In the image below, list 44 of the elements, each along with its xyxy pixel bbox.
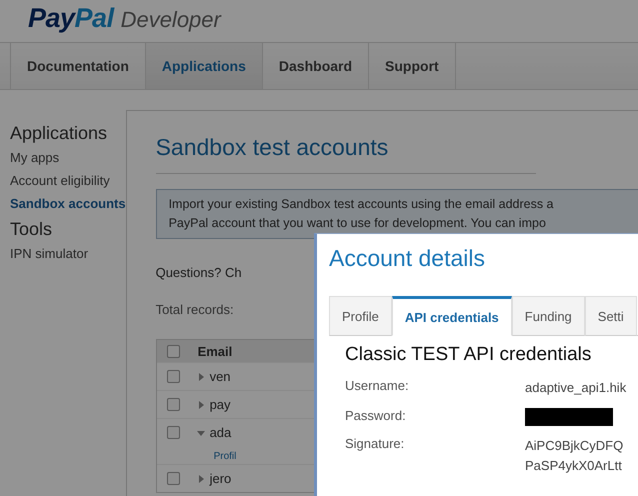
table-cell: pay [210, 397, 231, 412]
tab[interactable]: Setti [584, 296, 637, 336]
help-text: Questions? Ch [156, 265, 242, 280]
field-label: Username: [345, 378, 410, 395]
checkbox[interactable] [166, 426, 180, 439]
sidebar-link[interactable]: My apps [10, 150, 126, 165]
field-value: PaSP4ykX0ArLtt [525, 457, 623, 475]
logo-text: PayPal [28, 3, 114, 34]
collapse-icon[interactable] [196, 428, 205, 436]
section-heading: Classic TEST API credentials [345, 344, 592, 366]
logo[interactable]: PayPal Developer [28, 3, 221, 34]
notice-text: PayPal account that you want to use for development. You can impo [168, 215, 547, 232]
tab[interactable]: Profile [329, 296, 392, 336]
sidebar-heading: Tools [10, 219, 54, 240]
checkbox[interactable] [166, 344, 180, 358]
table-cell: ven [210, 369, 231, 384]
expand-icon[interactable] [196, 400, 205, 408]
nav-tab[interactable]: Dashboard [262, 43, 368, 89]
nav-tab[interactable]: Support [368, 43, 456, 89]
field-value: adaptive_api1.hik [525, 379, 628, 397]
expand-icon[interactable] [196, 372, 205, 380]
profile-link[interactable]: Profil [214, 451, 236, 462]
sidebar-link[interactable]: Sandbox accounts [10, 196, 126, 211]
tab[interactable]: API credentials [392, 296, 512, 336]
expand-icon[interactable] [196, 474, 205, 482]
table-cell: ada [210, 425, 232, 440]
logo-subtitle: Developer [120, 7, 221, 33]
tab[interactable]: Funding [512, 296, 585, 336]
sidebar-link[interactable]: Account eligibility [10, 173, 126, 188]
field-label: Signature: [345, 436, 406, 453]
checkbox[interactable] [166, 370, 180, 383]
checkbox[interactable] [166, 398, 180, 411]
page-title: Sandbox test accounts [156, 134, 536, 174]
sidebar-heading: Applications [10, 123, 108, 144]
table-cell: jero [210, 471, 232, 486]
sidebar-link[interactable]: IPN simulator [10, 246, 126, 261]
column-header: Email [198, 344, 232, 358]
record-count: Total records: [156, 302, 234, 317]
nav-tab[interactable]: Applications [144, 43, 262, 89]
notice-text: Import your existing Sandbox test accounts using the email address a [168, 196, 555, 213]
field-label: Password: [345, 408, 407, 425]
field-value: AiPC9BjkCyDFQ [525, 437, 624, 455]
dialog-title: Account details [329, 245, 486, 272]
checkbox[interactable] [166, 472, 180, 485]
